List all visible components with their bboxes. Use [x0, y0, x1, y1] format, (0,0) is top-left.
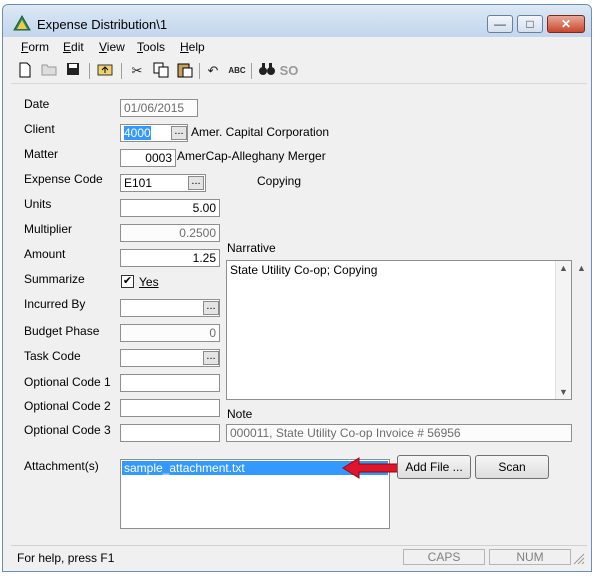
- matter-label: Matter: [24, 147, 59, 161]
- menu-tools[interactable]: Tools: [137, 40, 165, 54]
- amount-label: Amount: [24, 247, 66, 261]
- expense-code-lookup-button[interactable]: ...: [188, 176, 204, 190]
- attachments-label: Attachment(s): [24, 459, 99, 473]
- status-bar: For help, press F1 CAPS NUM: [11, 545, 587, 567]
- toolbar-separator: [121, 63, 122, 79]
- matter-name: AmerCap-Alleghany Merger: [177, 149, 326, 163]
- menu-bar: Form Edit View Tools Help: [11, 37, 587, 57]
- task-code-label: Task Code: [24, 349, 81, 363]
- toolbar-separator: [89, 63, 90, 79]
- toolbar: ✂ ↶ ABC SO: [11, 58, 587, 84]
- cut-icon[interactable]: ✂: [127, 62, 147, 80]
- client-lookup-button[interactable]: ...: [171, 126, 187, 140]
- undo-icon[interactable]: ↶: [203, 62, 223, 80]
- menu-help[interactable]: Help: [180, 40, 205, 54]
- title-bar[interactable]: Expense Distribution\1 — □ ✕: [3, 5, 591, 37]
- so-icon[interactable]: SO: [279, 62, 299, 80]
- toolbar-separator: [199, 63, 200, 79]
- maximize-button[interactable]: □: [517, 15, 543, 33]
- budget-phase-label: Budget Phase: [24, 324, 100, 338]
- num-indicator: NUM: [489, 549, 571, 565]
- optional-code-3-label: Optional Code 3: [24, 423, 111, 437]
- incurred-by-lookup-button[interactable]: ...: [203, 301, 219, 315]
- task-code-lookup-button[interactable]: ...: [203, 351, 219, 365]
- toolbar-separator: [251, 63, 252, 79]
- summarize-label: Summarize: [24, 272, 85, 286]
- matter-field[interactable]: 0003: [120, 149, 176, 167]
- client-name: Amer. Capital Corporation: [191, 125, 330, 139]
- paste-icon[interactable]: [175, 62, 195, 80]
- expense-code-description: Copying: [257, 174, 302, 188]
- form-area: Date Client Matter Expense Code Units Mu…: [11, 87, 587, 545]
- narrative-field[interactable]: State Utility Co-op; Copying ▲ ▼: [226, 260, 572, 400]
- narrative-label: Narrative: [227, 241, 276, 255]
- summarize-yes-label[interactable]: Yes: [139, 275, 159, 289]
- find-binoculars-icon[interactable]: [257, 62, 277, 80]
- units-label: Units: [24, 197, 52, 211]
- extra-scroll-up-icon[interactable]: ▲: [577, 263, 586, 273]
- budget-phase-field[interactable]: 0: [120, 324, 220, 342]
- resize-grip-icon[interactable]: [573, 553, 585, 565]
- optional-code-2-field[interactable]: [120, 399, 220, 417]
- client-label: Client: [24, 122, 55, 136]
- amount-field[interactable]: 1.25: [120, 249, 220, 267]
- status-help-text: For help, press F1: [17, 551, 115, 565]
- app-icon: [13, 15, 31, 31]
- menu-edit[interactable]: Edit: [63, 40, 84, 54]
- scroll-down-icon[interactable]: ▼: [556, 387, 571, 397]
- incurred-by-label: Incurred By: [24, 297, 86, 311]
- scan-button[interactable]: Scan: [475, 455, 549, 479]
- copy-icon[interactable]: [151, 62, 171, 80]
- save-icon[interactable]: [63, 62, 83, 80]
- spell-check-icon[interactable]: ABC: [227, 62, 247, 80]
- pointer-arrow-icon: [342, 457, 400, 479]
- open-folder-icon[interactable]: [39, 62, 59, 80]
- expense-distribution-window: Expense Distribution\1 — □ ✕ Form Edit V…: [2, 4, 592, 572]
- optional-code-1-field[interactable]: [120, 374, 220, 392]
- narrative-text: State Utility Co-op; Copying: [230, 263, 378, 277]
- units-field[interactable]: 5.00: [120, 199, 220, 217]
- minimize-button[interactable]: —: [487, 15, 513, 33]
- optional-code-1-label: Optional Code 1: [24, 375, 111, 389]
- expense-code-label: Expense Code: [24, 172, 103, 186]
- window-title: Expense Distribution\1: [37, 17, 168, 32]
- scroll-up-icon[interactable]: ▲: [556, 263, 571, 273]
- narrative-scrollbar[interactable]: ▲ ▼: [555, 261, 571, 399]
- menu-form[interactable]: Form: [21, 40, 49, 54]
- note-field[interactable]: 000011, State Utility Co-op Invoice # 56…: [226, 424, 572, 442]
- summarize-checkbox[interactable]: ✔: [121, 275, 134, 288]
- multiplier-label: Multiplier: [24, 222, 73, 236]
- close-button[interactable]: ✕: [547, 15, 585, 33]
- optional-code-2-label: Optional Code 2: [24, 399, 111, 413]
- menu-view[interactable]: View: [99, 40, 125, 54]
- new-document-icon[interactable]: [15, 62, 35, 80]
- multiplier-field[interactable]: 0.2500: [120, 224, 220, 242]
- date-label: Date: [24, 97, 50, 111]
- optional-code-3-field[interactable]: [120, 424, 220, 442]
- caps-indicator: CAPS: [403, 549, 485, 565]
- add-file-button[interactable]: Add File ...: [397, 455, 471, 479]
- note-label: Note: [227, 407, 253, 421]
- up-folder-icon[interactable]: [95, 62, 115, 80]
- date-field[interactable]: 01/06/2015: [120, 99, 198, 117]
